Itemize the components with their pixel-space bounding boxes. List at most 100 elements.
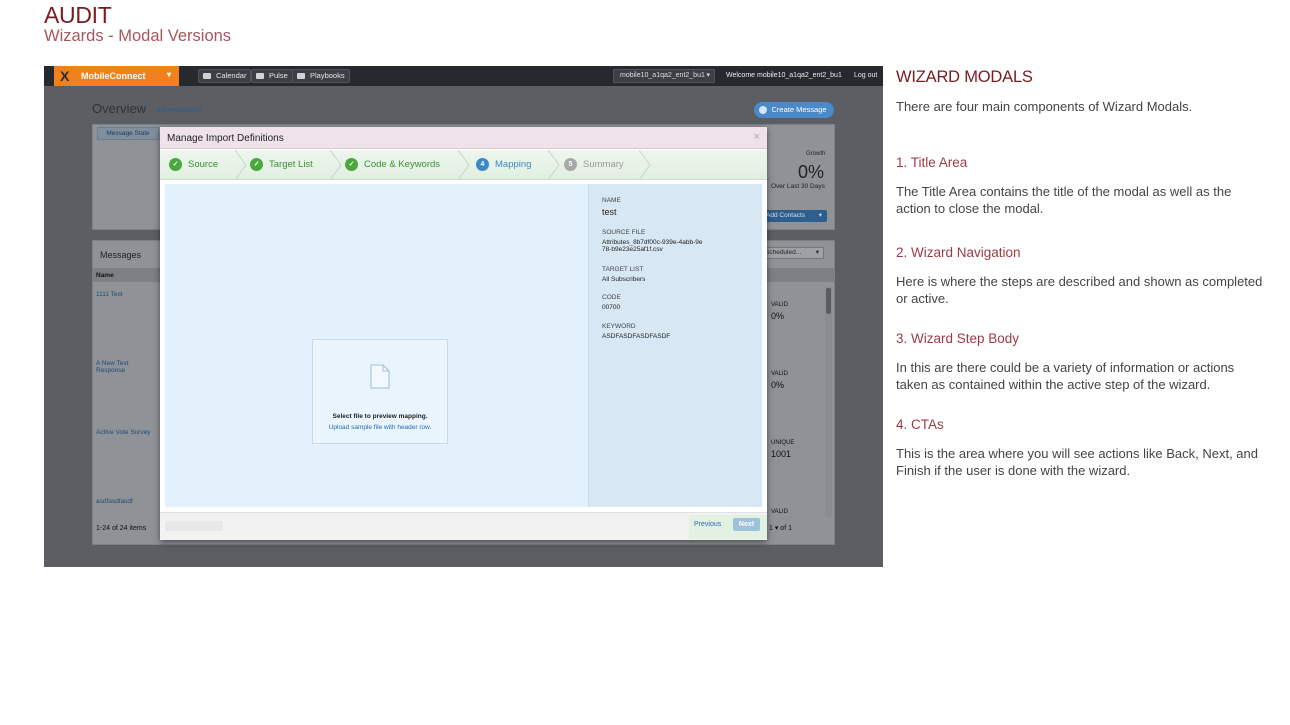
file-icon: [370, 364, 390, 389]
source-file-label: SOURCE FILE: [602, 229, 646, 236]
row-metric-value: 0%: [771, 380, 785, 390]
add-contacts-label: Add Contacts: [766, 212, 806, 219]
nav-label: Playbooks: [310, 71, 345, 80]
playbooks-icon: [297, 73, 305, 79]
document-title: AUDIT: [44, 2, 112, 28]
status-filter-select[interactable]: Scheduled... ▾: [760, 247, 824, 259]
growth-label: Growth: [806, 151, 826, 157]
table-row-name[interactable]: 1111 Test: [96, 291, 123, 298]
keyword-value: ASDFASDFASDFASDF: [602, 333, 671, 340]
items-count: 1-24 of 24 items: [96, 525, 147, 532]
step-separator-icon: [638, 150, 651, 180]
wizard-step-label: Source: [188, 159, 219, 170]
dropzone-instruction: Select file to preview mapping.: [332, 413, 428, 420]
component-heading: 1. Title Area: [896, 155, 968, 170]
step-separator-icon: [329, 150, 342, 180]
table-row-name[interactable]: asdfasdfasdf: [96, 498, 133, 505]
checkmark-icon: ✓: [169, 158, 182, 171]
chevron-down-icon: ▾: [166, 70, 171, 79]
wizard-step-body: Select file to preview mapping. Upload s…: [165, 184, 588, 507]
component-description: The Title Area contains the title of the…: [896, 184, 1232, 216]
name-column-header[interactable]: Name: [96, 272, 114, 279]
footer-spacer: [165, 521, 223, 531]
chevron-down-icon: ▾: [818, 212, 822, 219]
document-subtitle: Wizards - Modal Versions: [44, 27, 232, 45]
keyword-label: KEYWORD: [602, 323, 636, 330]
nav-label: Calendar: [216, 71, 247, 80]
create-message-button[interactable]: Create Message: [754, 102, 834, 118]
add-contacts-button[interactable]: Add Contacts ▾: [760, 210, 827, 222]
plus-icon: [759, 106, 767, 114]
messages-title: Messages: [100, 250, 142, 260]
step-separator-icon: [234, 150, 247, 180]
table-row-name[interactable]: Active Vote Survey: [96, 429, 151, 436]
account-select-value: mobile10_a1qa2_ent2_bu1: [620, 72, 705, 79]
row-metric-label: VALID: [771, 302, 788, 308]
component-heading: 4. CTAs: [896, 417, 944, 432]
chevron-down-icon: ▾: [815, 249, 819, 256]
nav-calendar-button[interactable]: Calendar: [198, 69, 252, 83]
component-heading: 3. Wizard Step Body: [896, 331, 1020, 346]
wizard-step-label: Code & Keywords: [364, 159, 441, 170]
component-heading: 2. Wizard Navigation: [896, 245, 1021, 260]
row-metric-value: 1001: [771, 449, 792, 459]
code-value: 00700: [602, 304, 621, 311]
wizard-modal: Manage Import Definitions × ✓ Source ✓ T…: [160, 127, 767, 540]
row-metric-label: VALID: [771, 509, 788, 515]
modal-title: Manage Import Definitions: [167, 133, 284, 144]
step-number-icon: 5: [564, 158, 577, 171]
tab-message-state[interactable]: Message State: [97, 127, 159, 140]
screenshot-frame: X MobileConnect ▾ Calendar Pulse Playboo…: [44, 66, 883, 567]
component-description: This is the area where you will see acti…: [896, 446, 1259, 478]
pager[interactable]: 1 ▾ of 1: [769, 524, 792, 532]
row-metric-label: VALID: [771, 371, 788, 377]
file-dropzone[interactable]: Select file to preview mapping. Upload s…: [312, 339, 448, 444]
account-select[interactable]: mobile10_a1qa2_ent2_bu1 ▾: [613, 69, 715, 83]
component-description: Here is where the steps are described an…: [896, 274, 1263, 306]
source-file-value: Attributes_8b7df00c-939e-4abb-9e78-b9e23…: [602, 239, 703, 253]
wizard-step-label: Summary: [583, 159, 624, 170]
row-metric-value: 0%: [771, 311, 785, 321]
close-icon[interactable]: ×: [754, 131, 760, 143]
step-separator-icon: [457, 150, 470, 180]
brand-menu[interactable]: X MobileConnect ▾: [54, 66, 179, 86]
wizard-step-label: Target List: [269, 159, 313, 170]
upload-sample-link[interactable]: Upload sample file with header row.: [313, 424, 447, 431]
logout-link[interactable]: Log out: [854, 72, 877, 79]
administration-link[interactable]: Administration: [157, 107, 201, 114]
create-message-label: Create Message: [771, 105, 827, 114]
status-filter-value: Scheduled...: [765, 249, 802, 256]
step-number-icon: 4: [476, 158, 489, 171]
checkmark-icon: ✓: [345, 158, 358, 171]
calendar-icon: [203, 73, 211, 79]
row-metric-label: UNIQUE: [771, 440, 795, 446]
name-label: NAME: [602, 197, 621, 204]
wizard-step-label: Mapping: [495, 159, 532, 170]
component-description: In this are there could be a variety of …: [896, 360, 1235, 392]
grid-scrollbar[interactable]: [825, 287, 832, 517]
brand-logo-icon: X: [60, 68, 70, 84]
wizard-navigation: ✓ Source ✓ Target List ✓ Code & Keywords…: [160, 150, 767, 180]
chevron-down-icon: ▾: [706, 72, 710, 79]
grid-scrollbar-thumb[interactable]: [826, 288, 831, 314]
pulse-icon: [256, 73, 264, 79]
growth-value: 0%: [798, 162, 825, 182]
nav-pulse-button[interactable]: Pulse: [251, 69, 293, 83]
wizard-summary-sidebar: NAME test SOURCE FILE Attributes_8b7df00…: [588, 184, 762, 507]
nav-playbooks-button[interactable]: Playbooks: [292, 69, 350, 83]
checkmark-icon: ✓: [250, 158, 263, 171]
target-list-value: All Subscribers: [602, 276, 646, 283]
target-list-label: TARGET LIST: [602, 266, 644, 273]
next-button[interactable]: Next: [733, 518, 760, 531]
growth-period: Over Last 30 Days: [771, 183, 825, 190]
table-row-name[interactable]: A New Text Response: [96, 360, 140, 374]
section-title: WIZARD MODALS: [896, 68, 1033, 86]
modal-title-area: Manage Import Definitions ×: [160, 127, 767, 149]
nav-label: Pulse: [269, 71, 288, 80]
modal-cta-area: [160, 512, 767, 540]
section-intro: There are four main components of Wizard…: [896, 99, 1193, 114]
step-separator-icon: [547, 150, 560, 180]
previous-button[interactable]: Previous: [694, 521, 721, 528]
code-label: CODE: [602, 294, 621, 301]
welcome-text: Welcome mobile10_a1qa2_ent2_bu1: [726, 72, 842, 79]
